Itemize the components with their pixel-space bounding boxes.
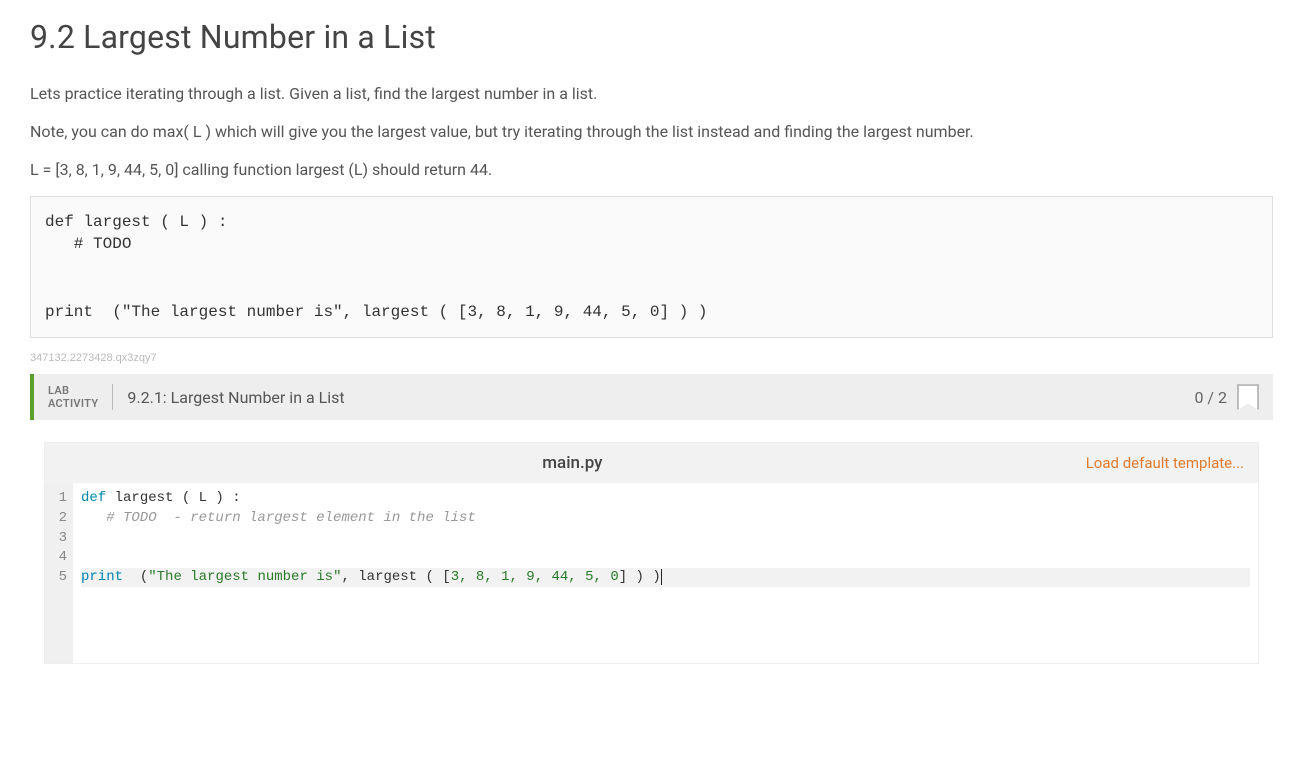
page-title: 9.2 Largest Number in a List <box>30 18 1273 56</box>
code-text-area[interactable]: def largest ( L ) : # TODO - return larg… <box>73 483 1258 663</box>
example-code-block: def largest ( L ) : # TODO print ("The l… <box>30 196 1273 338</box>
line-number-gutter: 1 2 3 4 5 <box>45 483 73 663</box>
line-number: 3 <box>53 529 67 549</box>
line-number: 1 <box>53 489 67 509</box>
code-line <box>81 548 1250 568</box>
editor-filename: main.py <box>59 453 1086 473</box>
code-line: def largest ( L ) : <box>81 489 1250 509</box>
intro-paragraph-3: L = [3, 8, 1, 9, 44, 5, 0] calling funct… <box>30 158 1273 182</box>
lab-score: 0 / 2 <box>1194 388 1227 407</box>
code-line: print ("The largest number is", largest … <box>81 568 1250 588</box>
line-number: 5 <box>53 568 67 588</box>
watermark-text: 347132.2273428.qx3zqy7 <box>30 352 1273 364</box>
lab-panel: LAB ACTIVITY 9.2.1: Largest Number in a … <box>30 374 1273 664</box>
code-line <box>81 529 1250 549</box>
line-number: 2 <box>53 509 67 529</box>
load-default-template-link[interactable]: Load default template... <box>1086 454 1244 472</box>
lab-activity-label: LAB ACTIVITY <box>48 384 113 410</box>
lab-title: 9.2.1: Largest Number in a List <box>127 388 1194 407</box>
editor-body[interactable]: 1 2 3 4 5 def largest ( L ) : # TODO - r… <box>45 483 1258 663</box>
code-line: # TODO - return largest element in the l… <box>81 509 1250 529</box>
editor-header: main.py Load default template... <box>45 443 1258 483</box>
intro-paragraph-1: Lets practice iterating through a list. … <box>30 82 1273 106</box>
code-editor: main.py Load default template... 1 2 3 4… <box>44 442 1259 664</box>
lab-header: LAB ACTIVITY 9.2.1: Largest Number in a … <box>30 374 1273 420</box>
line-number: 4 <box>53 548 67 568</box>
bookmark-icon[interactable] <box>1237 384 1259 410</box>
intro-paragraph-2: Note, you can do max( L ) which will giv… <box>30 120 1273 144</box>
text-cursor <box>661 569 662 584</box>
